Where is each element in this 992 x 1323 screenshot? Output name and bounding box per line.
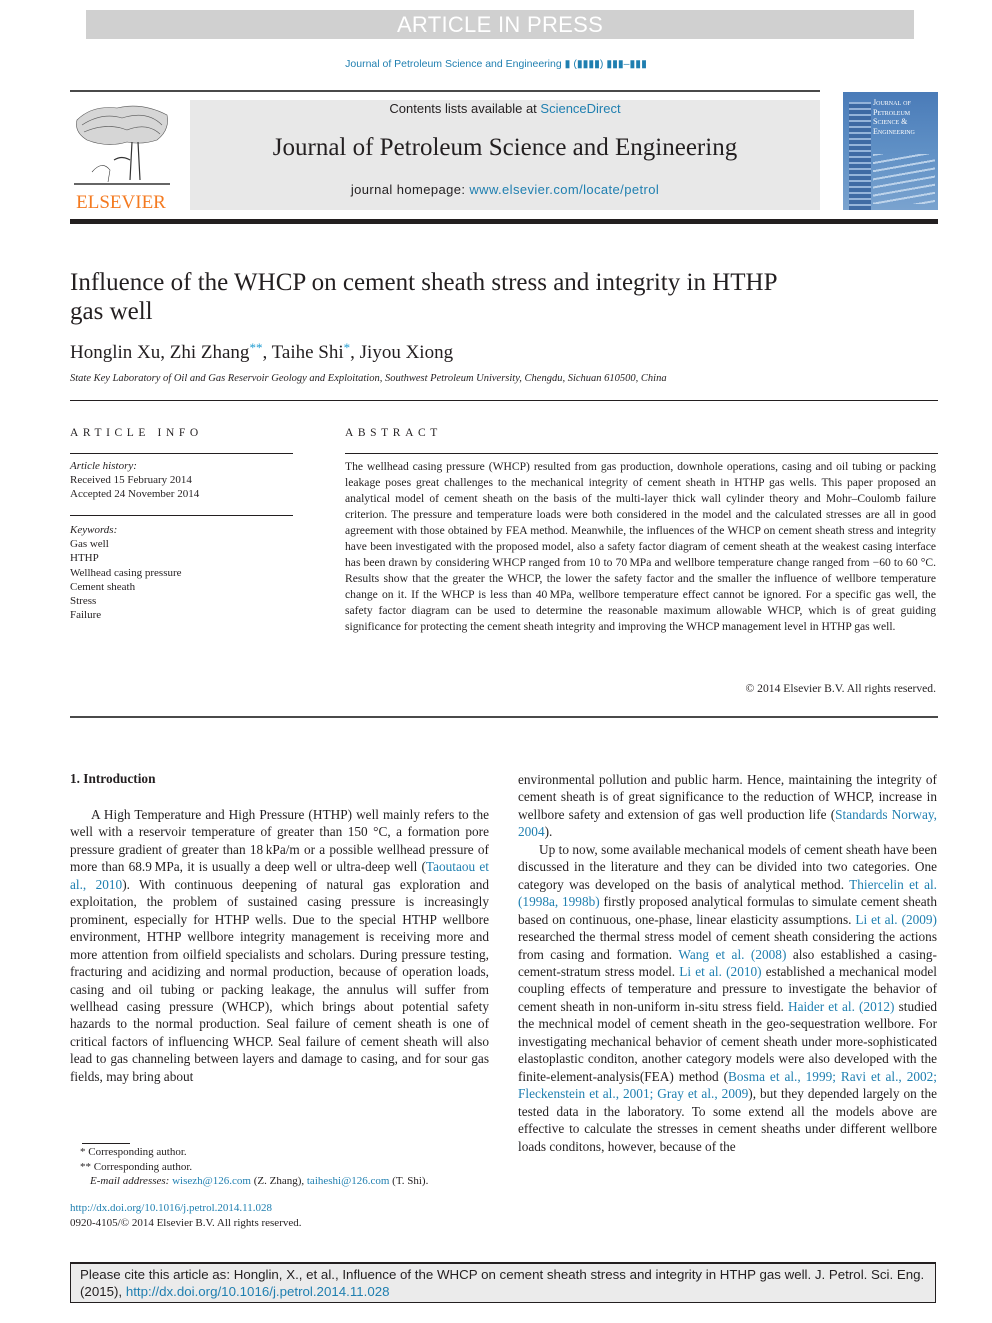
author-name[interactable]: Honglin Xu xyxy=(70,342,160,363)
paragraph-text: ). xyxy=(544,824,553,840)
abstract-text: The wellhead casing pressure (WHCP) resu… xyxy=(345,460,936,633)
cover-title: Journal of Petroleum Science & Engineeri… xyxy=(873,98,915,136)
footnote-corresponding-2: ** Corresponding author. xyxy=(80,1160,193,1173)
footnotes: * Corresponding author. ** Corresponding… xyxy=(70,1145,428,1189)
footnote-corresponding-1: * Corresponding author. xyxy=(80,1146,187,1158)
elsevier-tree-icon xyxy=(72,100,172,188)
elsevier-logo[interactable]: ELSEVIER xyxy=(70,100,182,213)
abstract-rule xyxy=(345,453,938,454)
cover-strata-graphic xyxy=(873,154,935,204)
sciencedirect-link[interactable]: ScienceDirect xyxy=(540,101,620,116)
body-column-left: A High Temperature and High Pressure (HT… xyxy=(70,806,489,1085)
email-owner: (T. Shi). xyxy=(389,1175,429,1188)
journal-title: Journal of Petroleum Science and Enginee… xyxy=(272,134,738,161)
abstract-copyright: © 2014 Elsevier B.V. All rights reserved… xyxy=(745,682,936,695)
running-head-journal[interactable]: Journal of Petroleum Science and Enginee… xyxy=(345,58,562,70)
contents-prefix: Contents lists available at xyxy=(389,101,541,116)
cover-title-line: Science & xyxy=(873,117,908,126)
received-date: Received 15 February 2014 xyxy=(70,474,192,486)
article-info-heading: ARTICLE INFO xyxy=(70,427,203,439)
article-title: Influence of the WHCP on cement sheath s… xyxy=(70,269,777,325)
abstract-bottom-rule xyxy=(70,716,938,718)
keyword: Cement sheath xyxy=(70,580,136,593)
email-label: E-mail addresses: xyxy=(90,1175,173,1188)
corresponding-author-mark[interactable]: ** xyxy=(249,340,262,355)
affiliation: State Key Laboratory of Oil and Gas Rese… xyxy=(70,373,667,384)
author-name[interactable]: Zhi Zhang xyxy=(170,342,250,363)
keyword: Gas well xyxy=(70,538,109,551)
citation-link[interactable]: Haider et al. (2012) xyxy=(788,999,895,1014)
journal-homepage-link[interactable]: www.elsevier.com/locate/petrol xyxy=(469,182,659,197)
citation-link[interactable]: Li et al. (2009) xyxy=(855,912,937,927)
cover-title-line: Petroleum xyxy=(873,107,911,117)
history-label: Article history: xyxy=(70,460,137,472)
journal-masthead: Contents lists available at ScienceDirec… xyxy=(190,100,820,210)
body-column-right: environmental pollution and public harm.… xyxy=(518,771,937,1155)
cover-derrick-graphic xyxy=(849,102,871,210)
cover-title-line: Journal of xyxy=(873,98,911,107)
accepted-date: Accepted 24 November 2014 xyxy=(70,488,200,500)
email-link[interactable]: taiheshi@126.com xyxy=(307,1175,390,1187)
author-list: Honglin Xu, Zhi Zhang**, Taihe Shi*, Jiy… xyxy=(70,340,454,363)
author-name[interactable]: Taihe Shi xyxy=(272,342,344,363)
doi-link[interactable]: http://dx.doi.org/10.1016/j.petrol.2014.… xyxy=(70,1201,302,1216)
keyword: HTHP xyxy=(70,552,99,565)
footnote-emails: E-mail addresses: wisezh@126.com (Z. Zha… xyxy=(70,1174,428,1189)
article-info-rule xyxy=(70,515,293,516)
citation-box: Please cite this article as: Honglin, X.… xyxy=(70,1262,936,1303)
keyword: Wellhead casing pressure xyxy=(70,566,182,579)
running-head: Journal of Petroleum Science and Enginee… xyxy=(0,58,992,70)
article-info-rule xyxy=(70,453,293,454)
author-name[interactable]: Jiyou Xiong xyxy=(360,342,453,363)
masthead-top-rule xyxy=(70,90,820,92)
abstract-heading: ABSTRACT xyxy=(345,427,442,439)
doi-block: http://dx.doi.org/10.1016/j.petrol.2014.… xyxy=(70,1201,302,1230)
citation-link[interactable]: Wang et al. (2008) xyxy=(678,947,786,962)
issn-copyright: 0920-4105/© 2014 Elsevier B.V. All right… xyxy=(70,1216,302,1229)
article-in-press-banner: ARTICLE IN PRESS xyxy=(86,10,914,39)
email-owner: (Z. Zhang), xyxy=(250,1175,307,1188)
email-link[interactable]: wisezh@126.com xyxy=(172,1175,251,1187)
keyword: Stress xyxy=(70,595,97,608)
footnote-rule xyxy=(82,1143,130,1144)
keywords: Keywords: Gas well HTHP Wellhead casing … xyxy=(70,523,182,622)
elsevier-wordmark: ELSEVIER xyxy=(76,192,166,213)
keyword: Failure xyxy=(70,609,102,622)
journal-cover-thumbnail[interactable]: Journal of Petroleum Science & Engineeri… xyxy=(843,92,938,210)
corresponding-author-mark[interactable]: * xyxy=(344,340,351,355)
cover-title-line: Engineering xyxy=(873,126,915,136)
masthead-bottom-rule xyxy=(70,219,938,224)
running-head-volume: ▮ (▮▮▮▮) ▮▮▮–▮▮▮ xyxy=(564,58,647,70)
article-history: Article history: Received 15 February 20… xyxy=(70,459,199,501)
homepage-line: journal homepage: www.elsevier.com/locat… xyxy=(190,182,820,197)
citation-doi-link[interactable]: http://dx.doi.org/10.1016/j.petrol.2014.… xyxy=(126,1284,390,1299)
paragraph: Up to now, some available mechanical mod… xyxy=(518,841,937,1155)
contents-line: Contents lists available at ScienceDirec… xyxy=(190,101,820,116)
citation-link[interactable]: Li et al. (2010) xyxy=(679,964,761,979)
homepage-prefix: journal homepage: xyxy=(350,182,470,197)
section-heading-introduction: 1. Introduction xyxy=(70,771,156,786)
paragraph-continuation: environmental pollution and public harm.… xyxy=(518,771,937,841)
paragraph-text: ). With continuous deepening of natural … xyxy=(70,876,489,1084)
header-divider xyxy=(70,400,938,401)
keywords-label: Keywords: xyxy=(70,524,118,536)
